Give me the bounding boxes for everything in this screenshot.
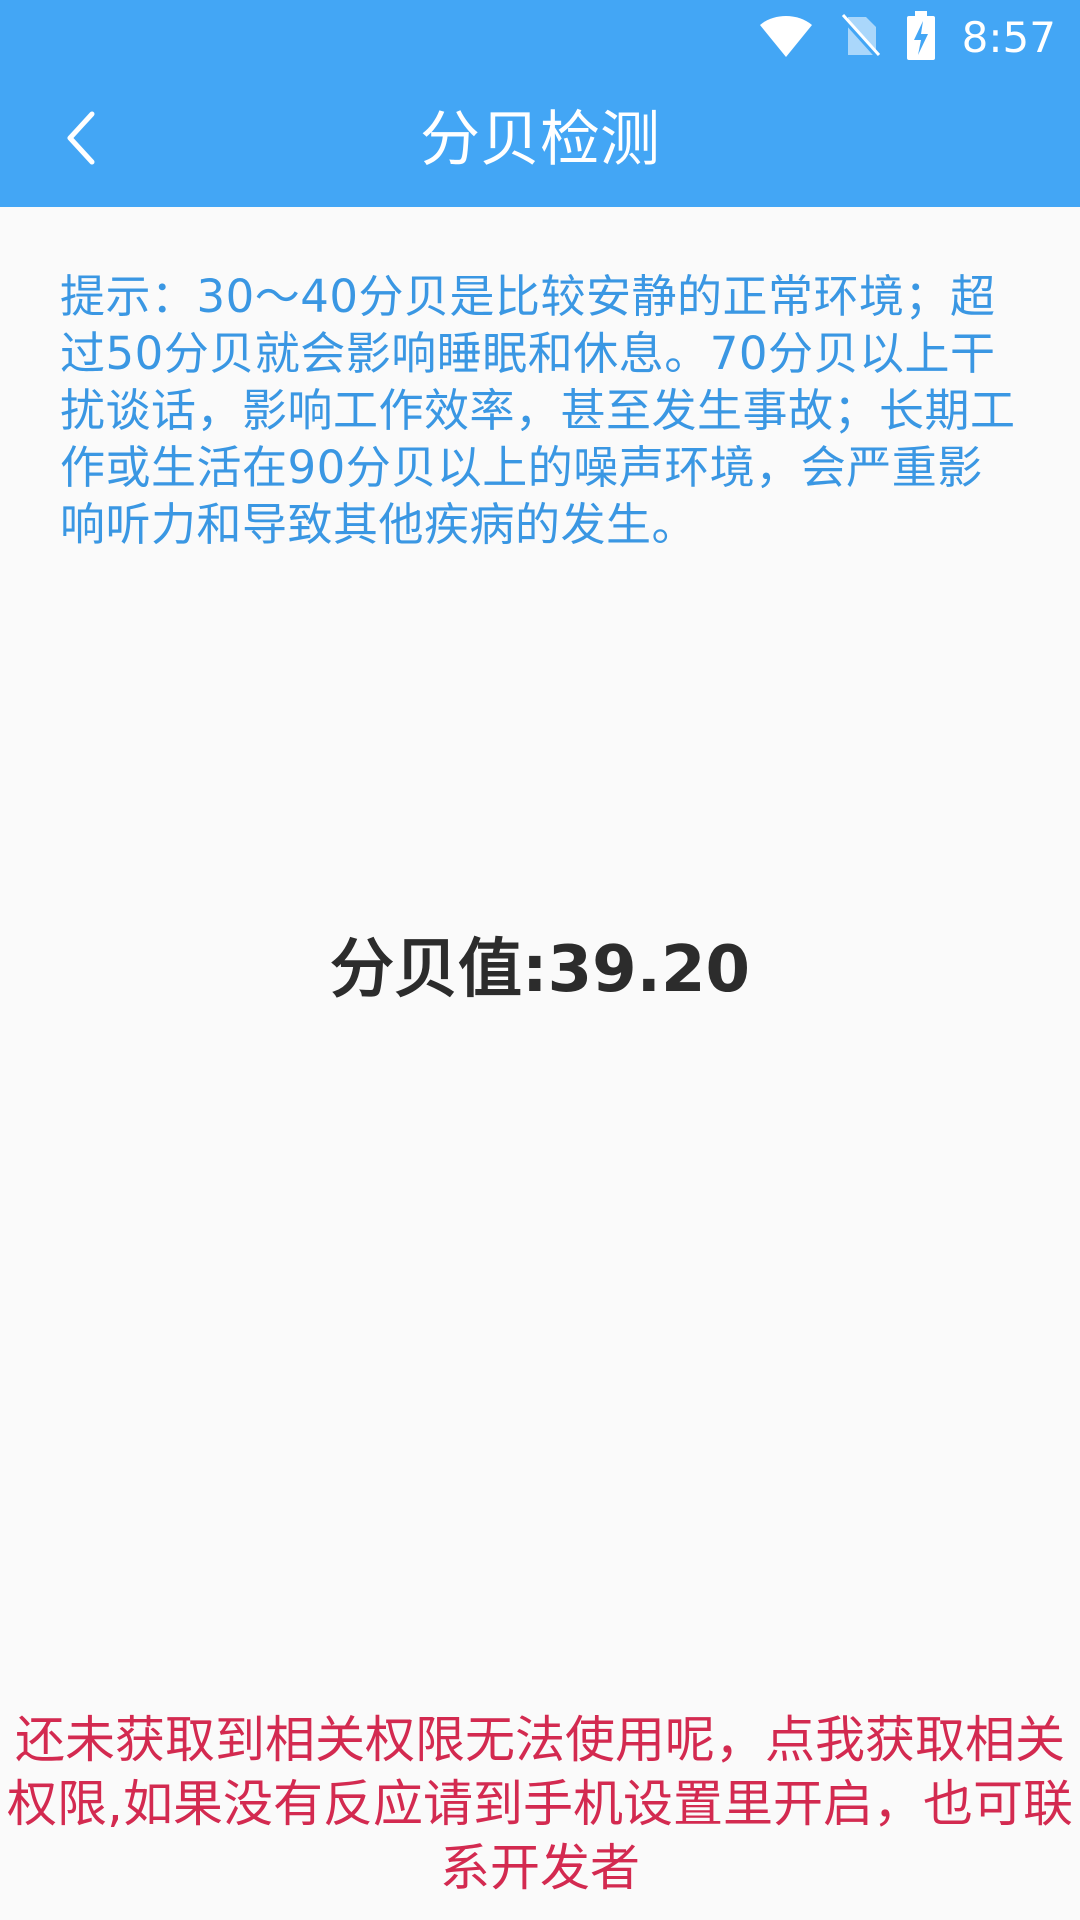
page-title: 分贝检测 xyxy=(420,105,660,175)
permission-request-link[interactable]: 还未获取到相关权限无法使用呢，点我获取相关权限,如果没有反应请到手机设置里开启，… xyxy=(0,1708,1080,1900)
battery-charging-icon xyxy=(906,11,936,65)
decibel-screen: 8:57 分贝检测 提示：30～40分贝是比较安静的正常环境；超过50分贝就会影… xyxy=(0,0,1080,1920)
no-sim-icon xyxy=(839,13,880,63)
app-bar: 分贝检测 xyxy=(0,74,1080,207)
status-icons: 8:57 xyxy=(758,8,1056,68)
status-time: 8:57 xyxy=(961,13,1056,62)
wifi-icon xyxy=(758,13,814,63)
status-bar: 8:57 xyxy=(0,0,1080,74)
decibel-value: 分贝值:39.20 xyxy=(329,933,751,1007)
tip-text: 提示：30～40分贝是比较安静的正常环境；超过50分贝就会影响睡眠和休息。70分… xyxy=(60,270,1016,551)
